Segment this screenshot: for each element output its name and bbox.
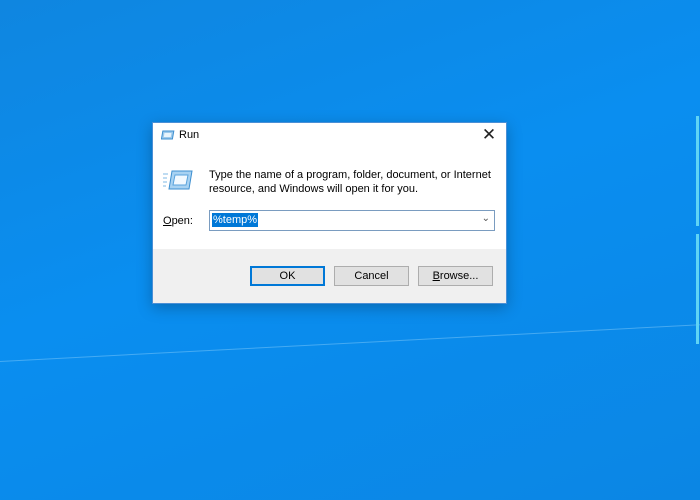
desktop-light-beam xyxy=(0,316,700,365)
open-combobox[interactable]: %temp% ⌄ xyxy=(209,210,495,231)
dialog-description: Type the name of a program, folder, docu… xyxy=(209,169,491,195)
cancel-button[interactable]: Cancel xyxy=(334,266,409,286)
ok-button[interactable]: OK xyxy=(250,266,325,286)
close-icon: ✕ xyxy=(481,125,497,144)
open-input-value[interactable]: %temp% xyxy=(212,213,259,227)
desktop-window-edge xyxy=(696,234,699,344)
run-large-icon xyxy=(163,168,193,195)
desktop-window-edge xyxy=(696,116,699,226)
open-label: Open: xyxy=(163,215,193,227)
browse-button[interactable]: Browse... xyxy=(418,266,493,286)
run-app-icon xyxy=(160,130,175,143)
chevron-down-icon[interactable]: ⌄ xyxy=(482,213,490,224)
run-dialog: Run ✕ Type the name of a program, folder… xyxy=(152,122,507,304)
close-button[interactable]: ✕ xyxy=(472,123,506,147)
dialog-title: Run xyxy=(179,129,200,141)
title-bar[interactable]: Run ✕ xyxy=(153,123,506,147)
